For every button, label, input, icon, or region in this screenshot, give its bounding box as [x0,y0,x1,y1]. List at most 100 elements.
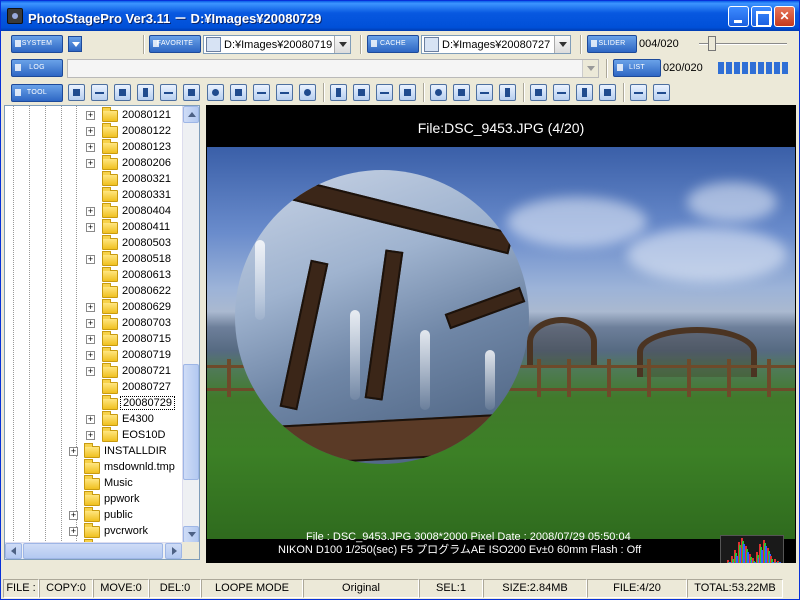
expand-icon[interactable]: + [86,207,95,216]
log-button[interactable]: LOG [11,59,63,77]
rotate-left-icon[interactable] [253,84,270,101]
scroll-thumb[interactable] [183,364,199,480]
tree-item[interactable]: 20080729 [5,395,185,412]
loupe-magnifier[interactable] [235,170,529,464]
tree-item[interactable]: +20080206 [5,155,185,172]
calculator-icon[interactable] [453,84,470,101]
grid-icon[interactable] [137,84,154,101]
expand-icon[interactable]: + [86,431,95,440]
expand-icon[interactable]: + [69,447,78,456]
title-bar[interactable]: PhotoStagePro Ver3.11 － D:¥Images¥200807… [1,1,799,31]
cycle-icon[interactable] [430,84,447,101]
filmstrip-icon[interactable] [330,84,347,101]
check-icon[interactable] [353,84,370,101]
list-button[interactable]: LIST [613,59,661,77]
tree-item[interactable]: 20080727 [5,379,185,396]
expand-icon[interactable]: + [69,511,78,520]
app-icon[interactable] [7,8,23,24]
favorite-button[interactable]: FAVORITE [149,35,201,53]
panel-icon[interactable] [576,84,593,101]
tree-item[interactable]: +20080122 [5,123,185,140]
scroll-down-button[interactable] [183,526,199,543]
tree-item[interactable]: +20080703 [5,315,185,332]
arrow-left-icon[interactable] [630,84,647,101]
scroll-up-button[interactable] [183,106,199,123]
folder-tree[interactable]: +20080121 +20080122 +20080123 +20080206 2008… [4,105,200,560]
slider-button[interactable]: SLIDER [587,35,637,53]
scroll-thumb[interactable] [23,543,163,559]
expand-icon[interactable]: + [86,335,95,344]
tree-item[interactable]: 20080622 [5,283,185,300]
tree-item[interactable]: +20080518 [5,251,185,268]
slider-thumb[interactable] [708,36,717,51]
tree-item[interactable]: +20080411 [5,219,185,236]
tree-vertical-scrollbar[interactable] [182,106,199,543]
tree-item[interactable]: +20080721 [5,363,185,380]
chevron-down-icon[interactable] [554,36,570,53]
tree-item[interactable]: Music [5,475,185,492]
rotate-right-icon[interactable] [276,84,293,101]
tree-item[interactable]: +20080715 [5,331,185,348]
expand-icon[interactable]: + [86,255,95,264]
zoom-icon[interactable] [91,84,108,101]
square-icon[interactable] [376,84,393,101]
expand-icon[interactable]: + [69,527,78,536]
system-button[interactable]: SYSTEM [11,35,63,53]
tree-item[interactable]: msdownld.tmp [5,459,185,476]
expand-icon[interactable]: + [86,127,95,136]
favorite-combo[interactable]: D:¥Images¥20080719 [203,35,351,54]
tree-item[interactable]: 20080331 [5,187,185,204]
log-combo[interactable] [67,59,599,78]
expand-icon[interactable]: + [86,159,95,168]
expand-icon[interactable]: + [86,415,95,424]
tree-horizontal-scrollbar[interactable] [5,542,182,559]
refresh-icon[interactable] [299,84,316,101]
chevron-down-icon[interactable] [334,36,350,53]
expand-icon[interactable]: + [86,143,95,152]
tree-item[interactable]: +20080123 [5,139,185,156]
maximize-button[interactable] [751,6,772,27]
tree-item[interactable]: 20080503 [5,235,185,252]
tree-item[interactable]: +20080404 [5,203,185,220]
expand-icon[interactable]: + [86,351,95,360]
tree-item[interactable]: + INSTALLDIR [5,443,185,460]
tree-item[interactable]: +20080121 [5,107,185,124]
chevron-down-icon[interactable] [582,60,598,77]
scale-x1-icon[interactable] [183,84,200,101]
system-dropdown-button[interactable] [68,36,82,52]
info-icon[interactable] [207,84,224,101]
close-button[interactable]: ✕ [774,6,795,27]
arrow-right-icon[interactable] [653,84,670,101]
tree-item[interactable]: 20080321 [5,171,185,188]
tool-button[interactable]: TOOL [11,84,63,102]
photo[interactable] [207,147,795,539]
expand-icon[interactable]: + [86,319,95,328]
shrink-icon[interactable] [114,84,131,101]
tree-item[interactable]: +20080629 [5,299,185,316]
tree-item[interactable]: + pvcrwork [5,523,185,540]
tree-item[interactable]: ppwork [5,491,185,508]
tile-icon[interactable] [599,84,616,101]
cache-button[interactable]: CACHE [367,35,419,53]
compare-icon[interactable] [476,84,493,101]
layout-icon[interactable] [499,84,516,101]
resize-icon[interactable] [160,84,177,101]
tools-icon[interactable] [530,84,547,101]
adjust-icon[interactable] [553,84,570,101]
tree-item[interactable]: + E4300 [5,411,185,428]
tree-item[interactable]: 20080613 [5,267,185,284]
expand-icon[interactable]: + [86,223,95,232]
expand-icon[interactable]: + [86,303,95,312]
tree-item[interactable]: + public [5,507,185,524]
scroll-right-button[interactable] [165,543,182,559]
minimize-button[interactable] [728,6,749,27]
cache-combo[interactable]: D:¥Images¥20080727 [421,35,571,54]
fit-screen-icon[interactable] [68,84,85,101]
tree-item[interactable]: + EOS10D [5,427,185,444]
image-viewer[interactable]: File:DSC_9453.JPG (4/20) File: DSC_9453… [206,105,796,563]
multi-window-icon[interactable] [399,84,416,101]
edit-icon[interactable] [230,84,247,101]
tree-item[interactable]: +20080719 [5,347,185,364]
expand-icon[interactable]: + [86,111,95,120]
expand-icon[interactable]: + [86,367,95,376]
